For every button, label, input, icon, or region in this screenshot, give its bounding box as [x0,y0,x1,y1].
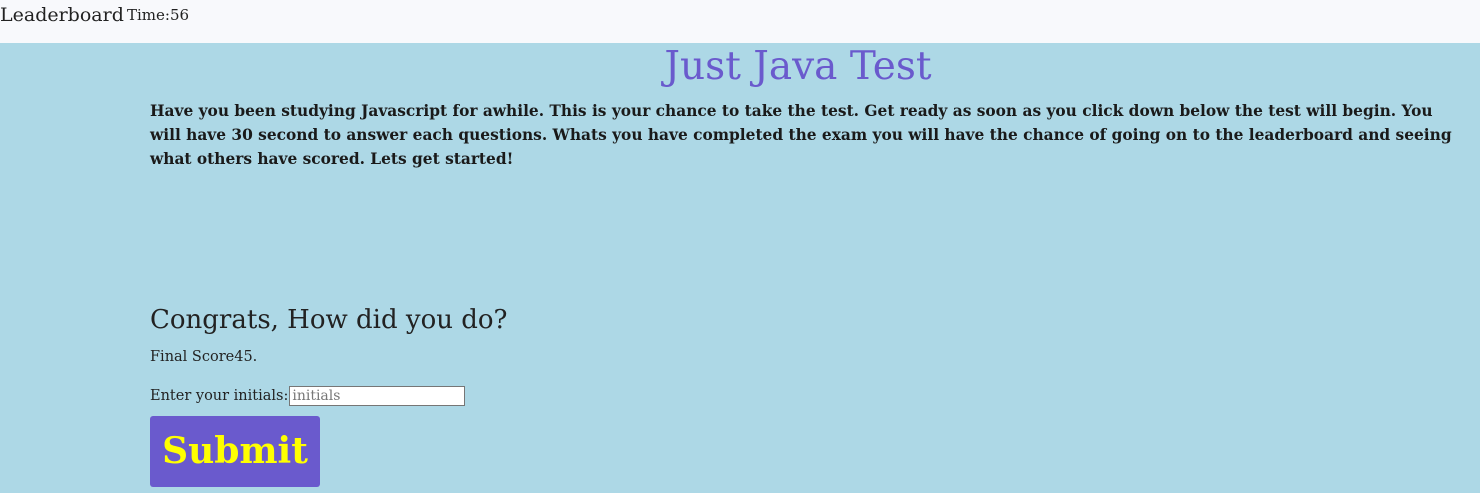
intro-paragraph: Have you been studying Javascript for aw… [150,102,1452,168]
top-navbar: Leaderboard Time:56 [0,0,1480,43]
page-title: Just Java Test [664,44,932,89]
results-heading: Congrats, How did you do? [150,305,508,335]
initials-label: Enter your initials: [150,388,289,404]
timer-display: Time:56 [127,6,190,24]
leaderboard-link[interactable]: Leaderboard [0,4,124,26]
submit-button[interactable]: Submit [150,416,320,487]
initials-form-row: Enter your initials: [150,384,466,408]
final-score-text: Final Score45. [150,349,258,365]
initials-input[interactable] [289,386,466,406]
